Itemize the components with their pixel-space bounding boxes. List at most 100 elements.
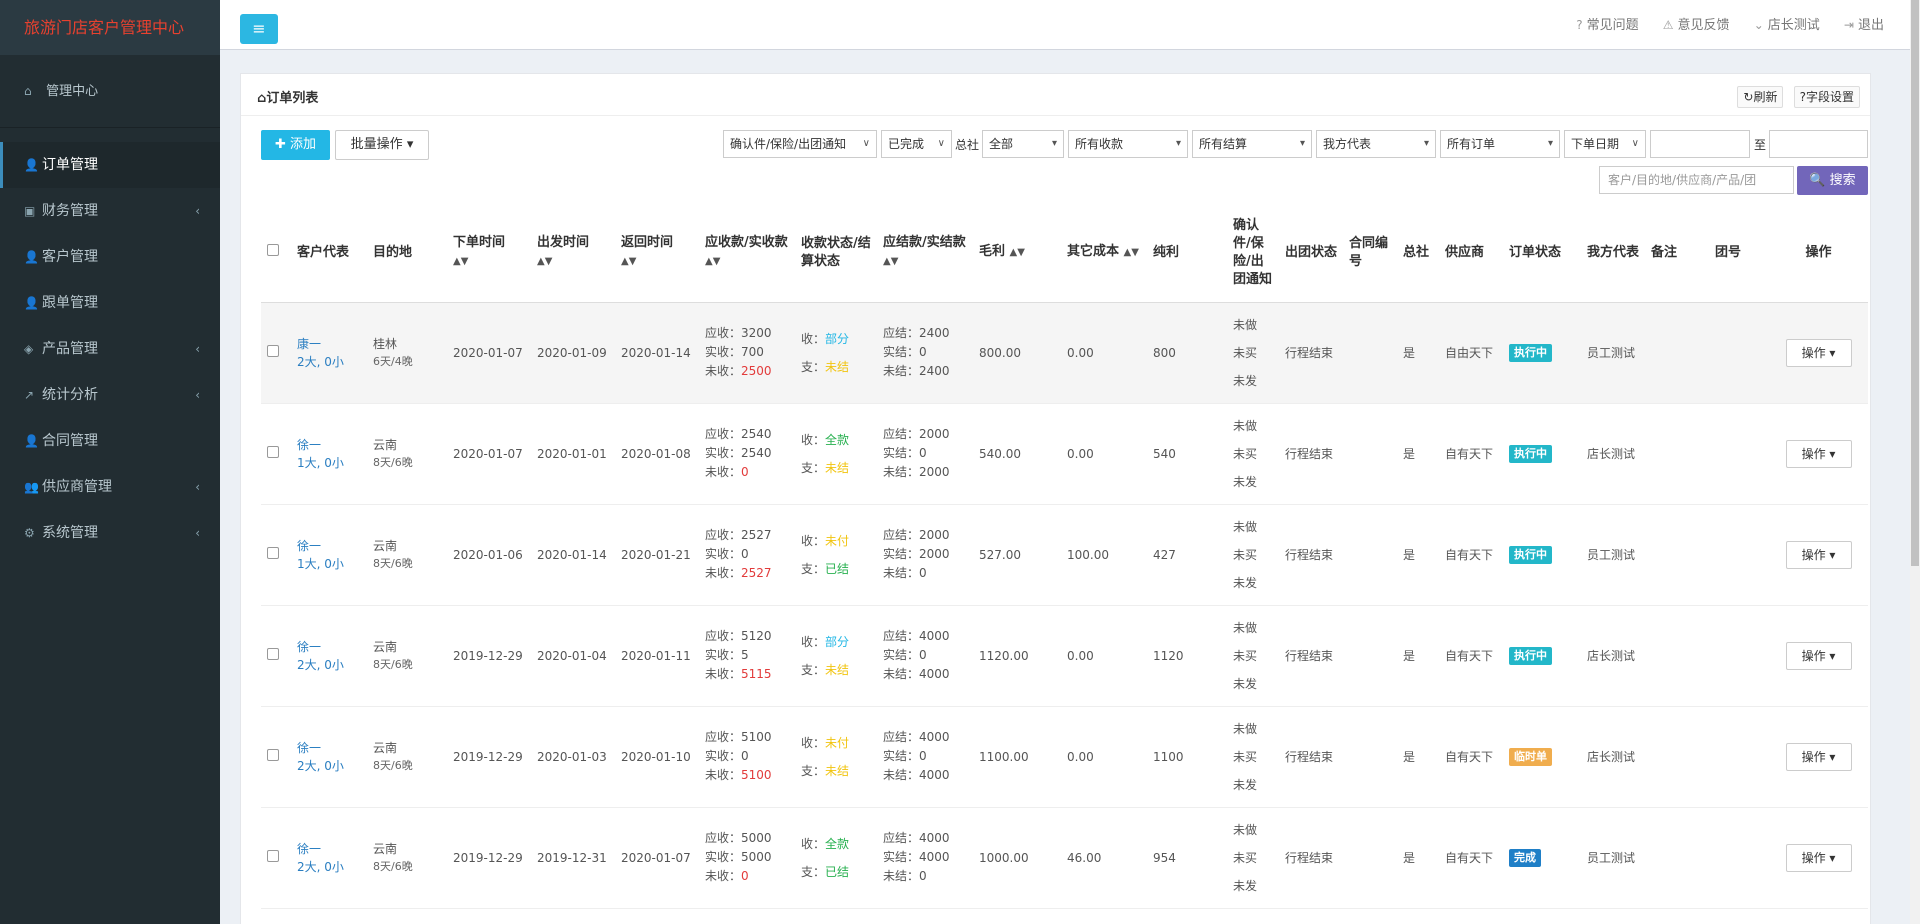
status-filter-select[interactable]: 已完成 ∨ [881, 130, 952, 158]
sidebar-item-4[interactable]: ◈ 产品管理 ‹ [0, 326, 220, 372]
confirm-status: 未做 [1233, 822, 1258, 837]
contract-no [1343, 302, 1397, 404]
sidebar-item-3[interactable]: 👤 跟单管理 [0, 280, 220, 326]
row-checkbox[interactable] [267, 748, 279, 761]
sidebar-toggle-button[interactable]: ≡ [240, 14, 278, 44]
sidebar-item-6[interactable]: 👤 合同管理 [0, 418, 220, 464]
sidebar-item-5[interactable]: ↗ 统计分析 ‹ [0, 372, 220, 418]
unsettled: 未结：4000 [883, 768, 950, 782]
add-button[interactable]: ✚ 添加 [261, 130, 330, 160]
chevron-down-icon: ⌄ [1753, 18, 1764, 32]
supplier: 自有天下 [1439, 807, 1503, 909]
row-action-button[interactable]: 操作 ▾ [1785, 843, 1852, 872]
rep-filter-select[interactable]: 我方代表 ▾ [1316, 130, 1436, 158]
col-other-cost[interactable]: 其它成本 ▲▼ [1061, 204, 1147, 303]
settlement-filter-select[interactable]: 所有结算 ▾ [1192, 130, 1312, 158]
row-select-cell [261, 605, 291, 707]
customer-name-link[interactable]: 徐一 [297, 436, 361, 454]
row-checkbox[interactable] [267, 647, 279, 660]
receivable-cell: 应收：5120 实收：5 未收：5115 [699, 605, 795, 707]
row-action-button[interactable]: 操作 ▾ [1785, 338, 1852, 367]
row-select-cell [261, 302, 291, 404]
unreceived: 未收：2500 [705, 364, 772, 378]
menu-icon: ≡ [252, 19, 266, 38]
col-action: 操作 [1769, 204, 1868, 303]
paid-out: 实结：0 [883, 749, 927, 763]
sort-icon: ▲▼ [453, 256, 469, 268]
cogs-icon: ⚙ [24, 526, 35, 540]
field-settings-button[interactable]: ?字段设置 [1793, 86, 1860, 108]
sidebar-item-8[interactable]: ⚙ 系统管理 ‹ [0, 510, 220, 556]
row-select-cell [261, 403, 291, 505]
row-checkbox[interactable] [267, 546, 279, 559]
search-button[interactable]: 🔍 搜索 [1797, 166, 1868, 195]
confirm-status: 未做 [1233, 317, 1258, 332]
sidebar-item-0[interactable]: 👤 订单管理 [0, 142, 220, 188]
payable-cell: 应结：4000 实结：0 未结：4000 [877, 605, 973, 707]
user-icon: 👤 [24, 158, 39, 172]
note [1645, 403, 1709, 505]
notice-filter-select[interactable]: 确认件/保险/出团通知 ∨ [723, 130, 877, 158]
search-input[interactable]: 客户/目的地/供应商/产品/团 [1599, 166, 1794, 194]
our-rep: 店长测试 [1581, 706, 1645, 808]
col-contract: 合同编号 [1343, 204, 1397, 303]
income-filter-select[interactable]: 所有收款 ▾ [1068, 130, 1188, 158]
sidebar-item-7[interactable]: 👥 供应商管理 ‹ [0, 464, 220, 510]
page-scrollbar[interactable] [1910, 0, 1920, 924]
table-body: 康一 2大, 0小 桂林 6天/4晚 2020-01-07 2020-01-09 2020-… [261, 302, 1868, 909]
depart-date: 2020-01-01 [531, 403, 615, 505]
feedback-link[interactable]: ⚠ 意见反馈 [1663, 18, 1730, 33]
col-tour-status: 出团状态 [1279, 204, 1343, 303]
received: 实收：2540 [705, 446, 772, 460]
sidebar-item-label: 系统管理 [42, 525, 98, 541]
dest-cell: 桂林 6天/4晚 [367, 302, 447, 404]
insurance-status: 未买 [1233, 547, 1258, 562]
orders-filter-select[interactable]: 所有订单 ▾ [1440, 130, 1560, 158]
faq-link[interactable]: ? 常见问题 [1576, 18, 1638, 33]
sidebar-item-2[interactable]: 👤 客户管理 [0, 234, 220, 280]
col-depart-time[interactable]: 出发时间 ▲▼ [531, 204, 615, 303]
batch-action-button[interactable]: 批量操作 ▾ [335, 130, 429, 160]
customer-name-link[interactable]: 徐一 [297, 638, 361, 656]
row-action-button[interactable]: 操作 ▾ [1785, 641, 1852, 670]
sidebar-items: 👤 订单管理 ▣ 财务管理 ‹ 👤 客户管理 👤 跟单管理 ◈ 产品管理 ‹ ↗ 统计分析 ‹ 👤 合同管理 👥 供… [0, 142, 220, 556]
row-action-button[interactable]: 操作 ▾ [1785, 439, 1852, 468]
income-status-value: 部分 [825, 331, 850, 346]
caret-down-icon: ▾ [1051, 138, 1057, 149]
order-status-cell: 完成 [1503, 807, 1581, 909]
row-action-button[interactable]: 操作 ▾ [1785, 540, 1852, 569]
chevron-left-icon: ‹ [195, 526, 200, 540]
scrollbar-thumb[interactable] [1911, 0, 1919, 566]
col-rep: 客户代表 [291, 204, 367, 303]
tour-status: 行程结束 [1279, 403, 1343, 505]
col-receivable[interactable]: 应收款/实收款 ▲▼ [699, 204, 795, 303]
notice-status: 未发 [1233, 777, 1258, 792]
user-menu[interactable]: ⌄ 店长测试 [1754, 18, 1820, 33]
chevron-down-icon: ∨ [862, 138, 870, 149]
customer-name-link[interactable]: 徐一 [297, 537, 361, 555]
sidebar-item-home[interactable]: ⌂ 管理中心 [0, 55, 220, 128]
date-type-select[interactable]: 下单日期 ∨ [1564, 130, 1646, 158]
customer-name-link[interactable]: 徐一 [297, 739, 361, 757]
sidebar-item-label: 管理中心 [46, 84, 99, 99]
customer-name-link[interactable]: 徐一 [297, 840, 361, 858]
sidebar-item-label: 合同管理 [42, 433, 98, 449]
row-action-button[interactable]: 操作 ▾ [1785, 742, 1852, 771]
select-all-checkbox[interactable] [267, 243, 279, 256]
depart-date: 2020-01-03 [531, 706, 615, 808]
date-to-input[interactable] [1769, 130, 1868, 158]
hq-filter-select[interactable]: 全部 ▾ [982, 130, 1064, 158]
customer-name-link[interactable]: 康一 [297, 335, 361, 353]
col-return-time[interactable]: 返回时间 ▲▼ [615, 204, 699, 303]
col-payable[interactable]: 应结款/实结款 ▲▼ [877, 204, 973, 303]
col-order-time[interactable]: 下单时间 ▲▼ [447, 204, 531, 303]
logout-link[interactable]: ⇥ 退出 [1844, 18, 1884, 33]
sidebar-item-1[interactable]: ▣ 财务管理 ‹ [0, 188, 220, 234]
col-gross[interactable]: 毛利 ▲▼ [973, 204, 1061, 303]
row-checkbox[interactable] [267, 344, 279, 357]
row-checkbox[interactable] [267, 445, 279, 458]
date-from-input[interactable] [1650, 130, 1750, 158]
income-status: 收：部分 [801, 331, 850, 346]
row-checkbox[interactable] [267, 849, 279, 862]
refresh-button[interactable]: ↻刷新 [1737, 86, 1784, 108]
